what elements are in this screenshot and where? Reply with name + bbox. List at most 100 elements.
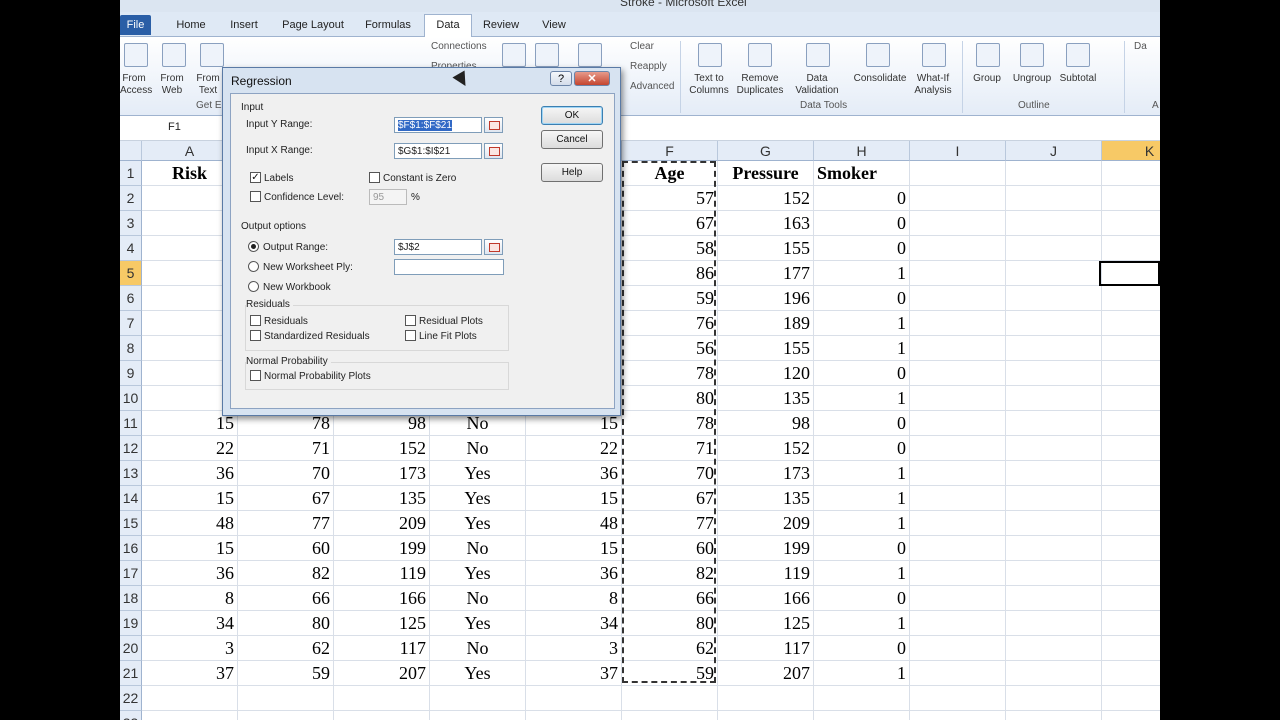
cell[interactable]	[718, 711, 814, 720]
cell[interactable]: 36	[526, 461, 622, 486]
row-header[interactable]: 18	[120, 586, 142, 611]
cell[interactable]	[1006, 611, 1102, 636]
from-web-button[interactable]: From Web	[158, 73, 186, 97]
residual-plots-checkbox[interactable]	[405, 315, 416, 326]
cell[interactable]	[1006, 236, 1102, 261]
cell[interactable]	[910, 211, 1006, 236]
new-worksheet-field[interactable]	[394, 259, 504, 275]
cell[interactable]: 37	[526, 661, 622, 686]
cancel-button[interactable]: Cancel	[541, 130, 603, 149]
title-help-button[interactable]: ?	[550, 71, 572, 86]
cell[interactable]	[910, 661, 1006, 686]
range-picker-icon[interactable]	[484, 143, 503, 159]
cell[interactable]: Smoker	[814, 161, 910, 186]
tab-home[interactable]: Home	[170, 15, 212, 35]
cell[interactable]: 86	[622, 261, 718, 286]
cell[interactable]: 71	[622, 436, 718, 461]
cell[interactable]	[910, 336, 1006, 361]
cell[interactable]	[1102, 661, 1160, 686]
tab-formulas[interactable]: Formulas	[364, 15, 412, 35]
row-header[interactable]: 16	[120, 536, 142, 561]
cell[interactable]	[1102, 311, 1160, 336]
cell[interactable]	[334, 711, 430, 720]
cell[interactable]	[1006, 636, 1102, 661]
constant-zero-checkbox[interactable]	[369, 172, 380, 183]
row-header[interactable]: 5	[120, 261, 142, 286]
column-header-f[interactable]: F	[622, 141, 718, 161]
cell[interactable]: 0	[814, 236, 910, 261]
help-button[interactable]: Help	[541, 163, 603, 182]
cell[interactable]: 152	[334, 436, 430, 461]
input-x-range-field[interactable]: $G$1:$I$21	[394, 143, 482, 159]
cell[interactable]: 166	[334, 586, 430, 611]
cell[interactable]: 36	[142, 561, 238, 586]
cell[interactable]: 0	[814, 361, 910, 386]
sort-az-icon[interactable]	[502, 43, 526, 67]
cell[interactable]	[1006, 361, 1102, 386]
cell[interactable]: 48	[142, 511, 238, 536]
column-header-h[interactable]: H	[814, 141, 910, 161]
sort-icon[interactable]	[535, 43, 559, 67]
cell[interactable]: 0	[814, 586, 910, 611]
cell[interactable]	[1006, 461, 1102, 486]
normal-probability-plots-checkbox[interactable]	[250, 370, 261, 381]
cell[interactable]: 0	[814, 211, 910, 236]
cell[interactable]	[1102, 561, 1160, 586]
standardized-residuals-checkbox[interactable]	[250, 330, 261, 341]
cell[interactable]	[1102, 611, 1160, 636]
cell[interactable]: 15	[526, 486, 622, 511]
cell[interactable]	[1102, 236, 1160, 261]
cell[interactable]: 0	[814, 436, 910, 461]
cell[interactable]: 22	[142, 436, 238, 461]
cell[interactable]: 0	[814, 186, 910, 211]
cell[interactable]	[910, 286, 1006, 311]
cell[interactable]	[1006, 711, 1102, 720]
cell[interactable]	[1102, 536, 1160, 561]
residuals-checkbox[interactable]	[250, 315, 261, 326]
column-header-j[interactable]: J	[1006, 141, 1102, 161]
cell[interactable]: 199	[334, 536, 430, 561]
cell[interactable]	[1102, 511, 1160, 536]
cell[interactable]: 78	[622, 411, 718, 436]
row-header[interactable]: 13	[120, 461, 142, 486]
close-button[interactable]: ✕	[574, 71, 610, 86]
cell[interactable]: 8	[526, 586, 622, 611]
cell[interactable]	[526, 686, 622, 711]
row-header[interactable]: 7	[120, 311, 142, 336]
subtotal-button[interactable]: Subtotal	[1056, 73, 1100, 85]
cell[interactable]	[910, 511, 1006, 536]
cell[interactable]	[814, 711, 910, 720]
cell[interactable]	[1102, 286, 1160, 311]
cell[interactable]	[1006, 561, 1102, 586]
cell[interactable]: 207	[718, 661, 814, 686]
row-header[interactable]: 22	[120, 686, 142, 711]
cell[interactable]: 82	[238, 561, 334, 586]
cell[interactable]	[910, 536, 1006, 561]
cell[interactable]: 3	[526, 636, 622, 661]
cell[interactable]: 48	[526, 511, 622, 536]
cell[interactable]: 166	[718, 586, 814, 611]
cell[interactable]	[1102, 411, 1160, 436]
cell[interactable]	[1006, 411, 1102, 436]
cell[interactable]: 1	[814, 311, 910, 336]
cell[interactable]: No	[430, 536, 526, 561]
cell[interactable]: 117	[718, 636, 814, 661]
cell[interactable]: 189	[718, 311, 814, 336]
cell[interactable]	[1006, 686, 1102, 711]
cell[interactable]	[910, 386, 1006, 411]
cell[interactable]	[910, 186, 1006, 211]
cell[interactable]: 77	[622, 511, 718, 536]
cell[interactable]: Pressure	[718, 161, 814, 186]
cell[interactable]: 34	[142, 611, 238, 636]
cell[interactable]: 15	[526, 536, 622, 561]
cell[interactable]: 120	[718, 361, 814, 386]
cell[interactable]	[142, 686, 238, 711]
cell[interactable]	[1006, 486, 1102, 511]
column-header-g[interactable]: G	[718, 141, 814, 161]
cell[interactable]: 59	[622, 661, 718, 686]
filter-icon[interactable]	[578, 43, 602, 67]
cell[interactable]: 173	[334, 461, 430, 486]
cell[interactable]	[910, 436, 1006, 461]
column-header-i[interactable]: I	[910, 141, 1006, 161]
cell[interactable]: Yes	[430, 461, 526, 486]
